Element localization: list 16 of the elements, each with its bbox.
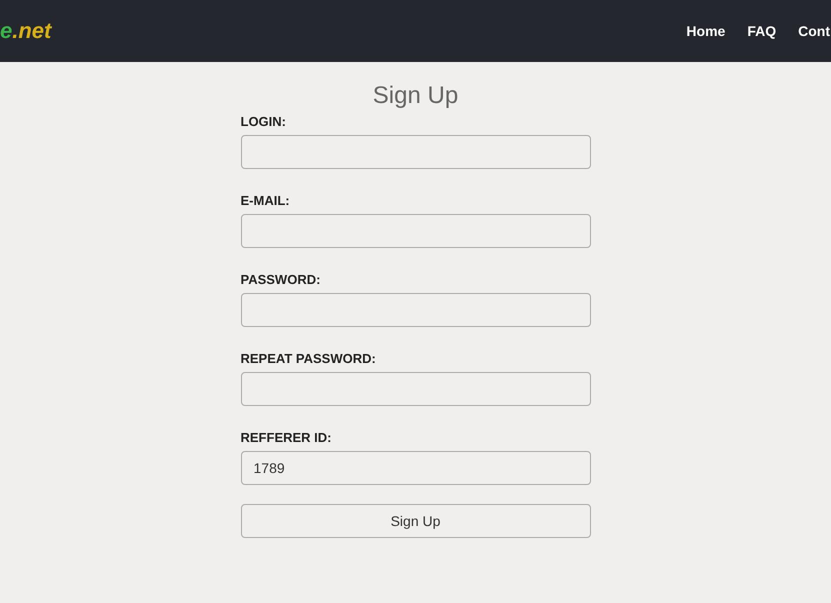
site-logo[interactable]: e.net	[0, 20, 52, 42]
input-field[interactable]	[240, 293, 590, 327]
input-field[interactable]	[240, 135, 590, 169]
nav-link[interactable]: Cont	[798, 20, 830, 42]
field-label: PASSWORD:	[240, 271, 322, 289]
input-field[interactable]	[240, 372, 590, 406]
page-title: Sign Up	[372, 81, 460, 111]
field-label: LOGIN:	[240, 113, 287, 131]
field-label: REPEAT PASSWORD:	[240, 350, 377, 368]
input-field[interactable]	[240, 214, 590, 248]
field-label: REFFERER ID:	[240, 429, 332, 447]
nav-link[interactable]: Home	[686, 20, 726, 42]
nav-link[interactable]: FAQ	[747, 20, 776, 42]
field-label: E-MAIL:	[240, 192, 291, 210]
sign-up-button[interactable]: Sign Up	[240, 504, 590, 538]
input-field[interactable]: 1789	[240, 451, 590, 485]
